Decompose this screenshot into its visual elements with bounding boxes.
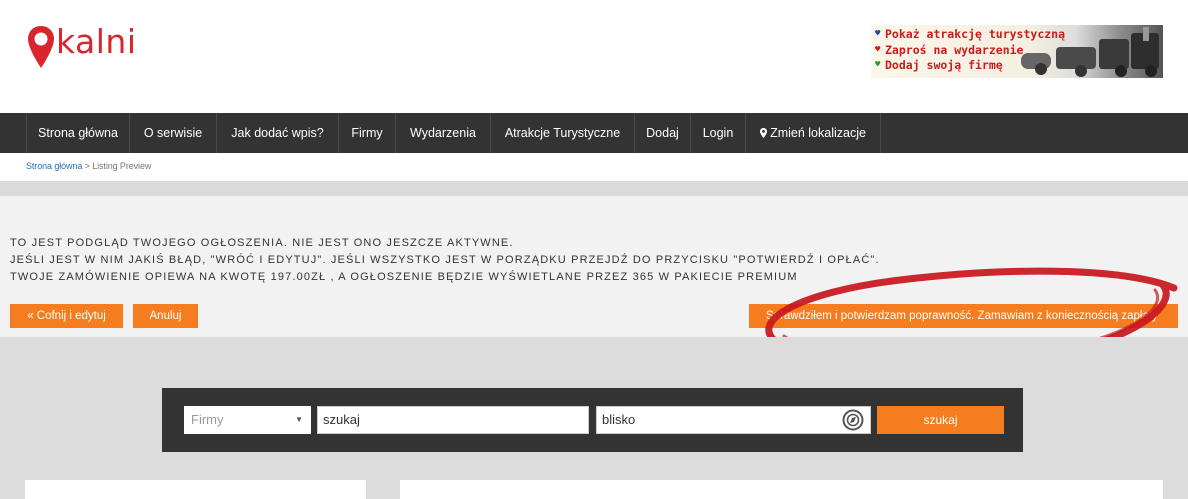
confirm-and-pay-button[interactable]: Sprawdziłem i potwierdzam poprawność. Za… [749,304,1178,328]
map-pin-icon [26,24,56,72]
pin-marker-icon: ♥ [875,60,881,70]
nav-item-label: Zmień lokalizacje [770,126,866,140]
banner-line: ♥ Zaproś na wydarzenie [875,43,1065,59]
nav-item-add[interactable]: Dodaj [634,113,690,153]
search-input[interactable]: szukaj [317,406,589,434]
breadcrumb-separator: > [82,161,93,171]
banner-line-text: Dodaj swoją firmę [885,58,1003,72]
nav-item-login[interactable]: Login [690,113,745,153]
location-input-value: blisko [602,412,636,427]
location-marker-icon [760,114,768,154]
notice-line: TWOJE ZAMÓWIENIE OPIEWA NA KWOTĘ 197.00Z… [10,271,798,283]
notice-message: TO JEST PODGLĄD TWOJEGO OGŁOSZENIA. NIE … [10,235,880,286]
location-input[interactable]: blisko [596,406,871,434]
promo-banner[interactable]: ♥ Pokaż atrakcję turystyczną ♥ Zaproś na… [871,25,1163,78]
nav-item-companies[interactable]: Firmy [338,113,395,153]
banner-line: ♥ Dodaj swoją firmę [875,58,1065,74]
pin-marker-icon: ♥ [875,44,881,55]
nav-item-attractions[interactable]: Atrakcje Turystyczne [490,113,634,153]
search-button[interactable]: szukaj [877,406,1004,434]
notice-line: JEŚLI JEST W NIM JAKIŚ BŁĄD, "WRÓĆ I EDY… [10,254,880,266]
cancel-button[interactable]: Anuluj [133,304,198,328]
nav-item-how-to-add[interactable]: Jak dodać wpis? [216,113,338,153]
category-select[interactable]: Firmy ▼ [184,406,311,434]
section-divider [0,181,1188,196]
category-select-value: Firmy [191,412,224,427]
sidebar-card [25,480,366,499]
logo-text: kalni [56,22,137,61]
preview-notice: TO JEST PODGLĄD TWOJEGO OGŁOSZENIA. NIE … [0,196,1188,337]
nav-item-change-location[interactable]: Zmień lokalizacje [745,113,881,153]
site-header: kalni ♥ Pokaż atrakcję turystyczną ♥ Zap… [0,0,1188,113]
search-section: Firmy ▼ szukaj blisko szukaj [0,337,1188,499]
site-logo[interactable]: kalni [26,22,137,78]
listing-card [400,480,1163,499]
banner-line: ♥ Pokaż atrakcję turystyczną [875,27,1065,43]
back-and-edit-button[interactable]: « Cofnij i edytuj [10,304,123,328]
pin-marker-icon: ♥ [875,29,881,39]
banner-line-text: Zaproś na wydarzenie [885,42,1024,57]
breadcrumb-home-link[interactable]: Strona główna [26,161,82,171]
nav-item-events[interactable]: Wydarzenia [395,113,490,153]
breadcrumb: Strona główna > Listing Preview [26,161,151,171]
chevron-down-icon: ▼ [295,415,303,424]
compass-icon[interactable] [842,409,864,431]
search-panel: Firmy ▼ szukaj blisko szukaj [162,388,1023,452]
notice-line: TO JEST PODGLĄD TWOJEGO OGŁOSZENIA. NIE … [10,237,514,249]
nav-item-home[interactable]: Strona główna [26,113,129,153]
main-nav: Strona główna O serwisie Jak dodać wpis?… [0,113,1188,153]
banner-line-text: Pokaż atrakcję turystyczną [885,27,1066,41]
nav-item-about[interactable]: O serwisie [129,113,216,153]
breadcrumb-current: Listing Preview [92,161,152,171]
